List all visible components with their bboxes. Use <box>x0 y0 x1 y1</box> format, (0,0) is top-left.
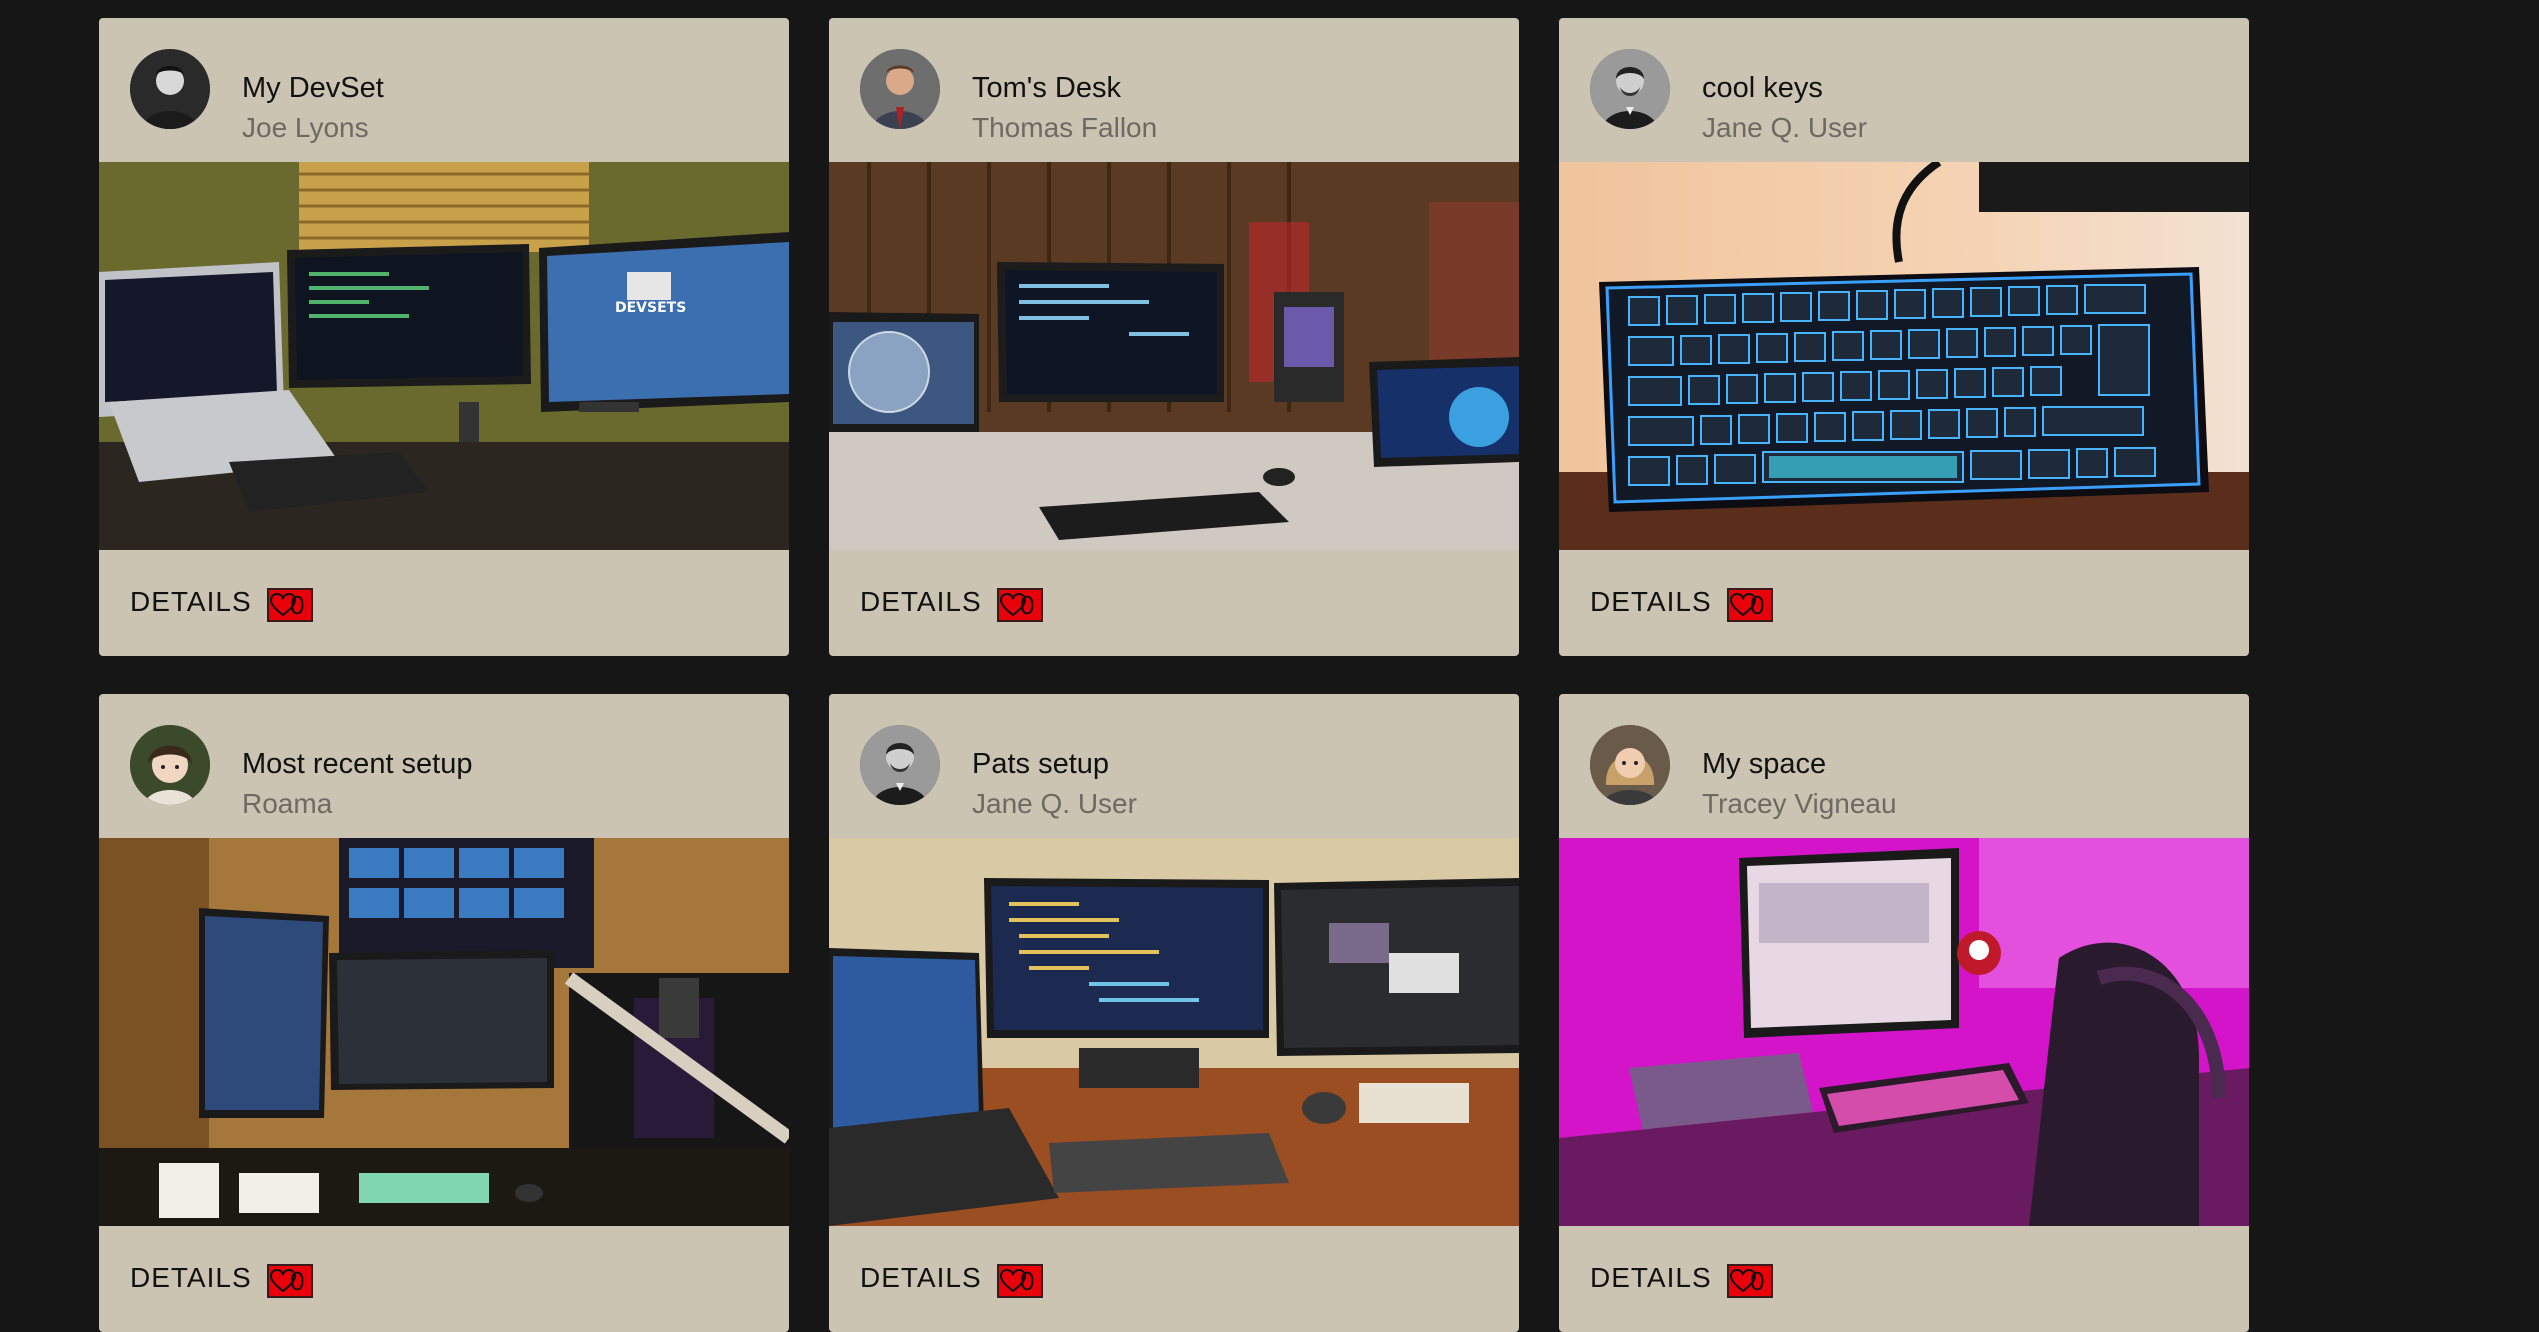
setup-photo[interactable] <box>99 838 789 1226</box>
like-button[interactable]: 0 <box>997 588 1043 622</box>
card-author[interactable]: Joe Lyons <box>242 110 369 146</box>
card-header: cool keys Jane Q. User <box>1559 18 2249 162</box>
setup-card: Most recent setup Roama DETAILS 0 <box>99 694 789 1332</box>
details-button[interactable]: DETAILS <box>130 582 252 622</box>
like-button[interactable]: 0 <box>997 1264 1043 1298</box>
card-title: My space <box>1702 748 1827 780</box>
details-button[interactable]: DETAILS <box>860 1258 982 1298</box>
user-avatar <box>860 49 940 129</box>
setup-photo[interactable] <box>829 838 1519 1226</box>
card-title: Pats setup <box>972 748 1110 780</box>
card-footer: DETAILS 0 <box>99 550 789 656</box>
card-author[interactable]: Jane Q. User <box>1702 110 1867 146</box>
like-button[interactable]: 0 <box>267 588 313 622</box>
user-avatar <box>1590 49 1670 129</box>
like-count: 0 <box>1750 1266 1765 1296</box>
setup-photo[interactable]: DEVSETS <box>99 162 789 550</box>
user-avatar <box>130 49 210 129</box>
like-button[interactable]: 0 <box>267 1264 313 1298</box>
card-header: Pats setup Jane Q. User <box>829 694 1519 838</box>
card-header: Most recent setup Roama <box>99 694 789 838</box>
like-count: 0 <box>290 590 305 620</box>
card-author[interactable]: Roama <box>242 786 332 822</box>
card-author[interactable]: Thomas Fallon <box>972 110 1157 146</box>
setup-photo[interactable] <box>829 162 1519 550</box>
like-button[interactable]: 0 <box>1727 588 1773 622</box>
card-title: Tom's Desk <box>972 72 1121 104</box>
card-header: My DevSet Joe Lyons <box>99 18 789 162</box>
card-title: My DevSet <box>242 72 384 104</box>
setup-photo[interactable] <box>1559 838 2249 1226</box>
card-footer: DETAILS 0 <box>829 550 1519 656</box>
card-footer: DETAILS 0 <box>1559 1226 2249 1332</box>
details-button[interactable]: DETAILS <box>130 1258 252 1298</box>
details-button[interactable]: DETAILS <box>1590 1258 1712 1298</box>
card-footer: DETAILS 0 <box>1559 550 2249 656</box>
user-avatar <box>1590 725 1670 805</box>
card-title: Most recent setup <box>242 748 473 780</box>
card-header: My space Tracey Vigneau <box>1559 694 2249 838</box>
card-footer: DETAILS 0 <box>99 1226 789 1332</box>
like-count: 0 <box>1750 590 1765 620</box>
card-header: Tom's Desk Thomas Fallon <box>829 18 1519 162</box>
setup-photo[interactable] <box>1559 162 2249 550</box>
setup-card: cool keys Jane Q. User DETAILS 0 <box>1559 18 2249 656</box>
setup-card: My DevSet Joe Lyons DEVSETS DETAILS 0 <box>99 18 789 656</box>
card-footer: DETAILS 0 <box>829 1226 1519 1332</box>
setup-card: Tom's Desk Thomas Fallon DETAILS 0 <box>829 18 1519 656</box>
like-count: 0 <box>1020 590 1035 620</box>
like-count: 0 <box>1020 1266 1035 1296</box>
details-button[interactable]: DETAILS <box>1590 582 1712 622</box>
setup-card: My space Tracey Vigneau DETAILS 0 <box>1559 694 2249 1332</box>
setup-gallery-grid: My DevSet Joe Lyons DEVSETS DETAILS 0 To… <box>0 0 2539 1332</box>
like-count: 0 <box>290 1266 305 1296</box>
svg-text:DEVSETS: DEVSETS <box>615 300 686 316</box>
setup-card: Pats setup Jane Q. User DETAILS 0 <box>829 694 1519 1332</box>
user-avatar <box>860 725 940 805</box>
user-avatar <box>130 725 210 805</box>
details-button[interactable]: DETAILS <box>860 582 982 622</box>
card-title: cool keys <box>1702 72 1823 104</box>
card-author[interactable]: Tracey Vigneau <box>1702 786 1897 822</box>
card-author[interactable]: Jane Q. User <box>972 786 1137 822</box>
like-button[interactable]: 0 <box>1727 1264 1773 1298</box>
